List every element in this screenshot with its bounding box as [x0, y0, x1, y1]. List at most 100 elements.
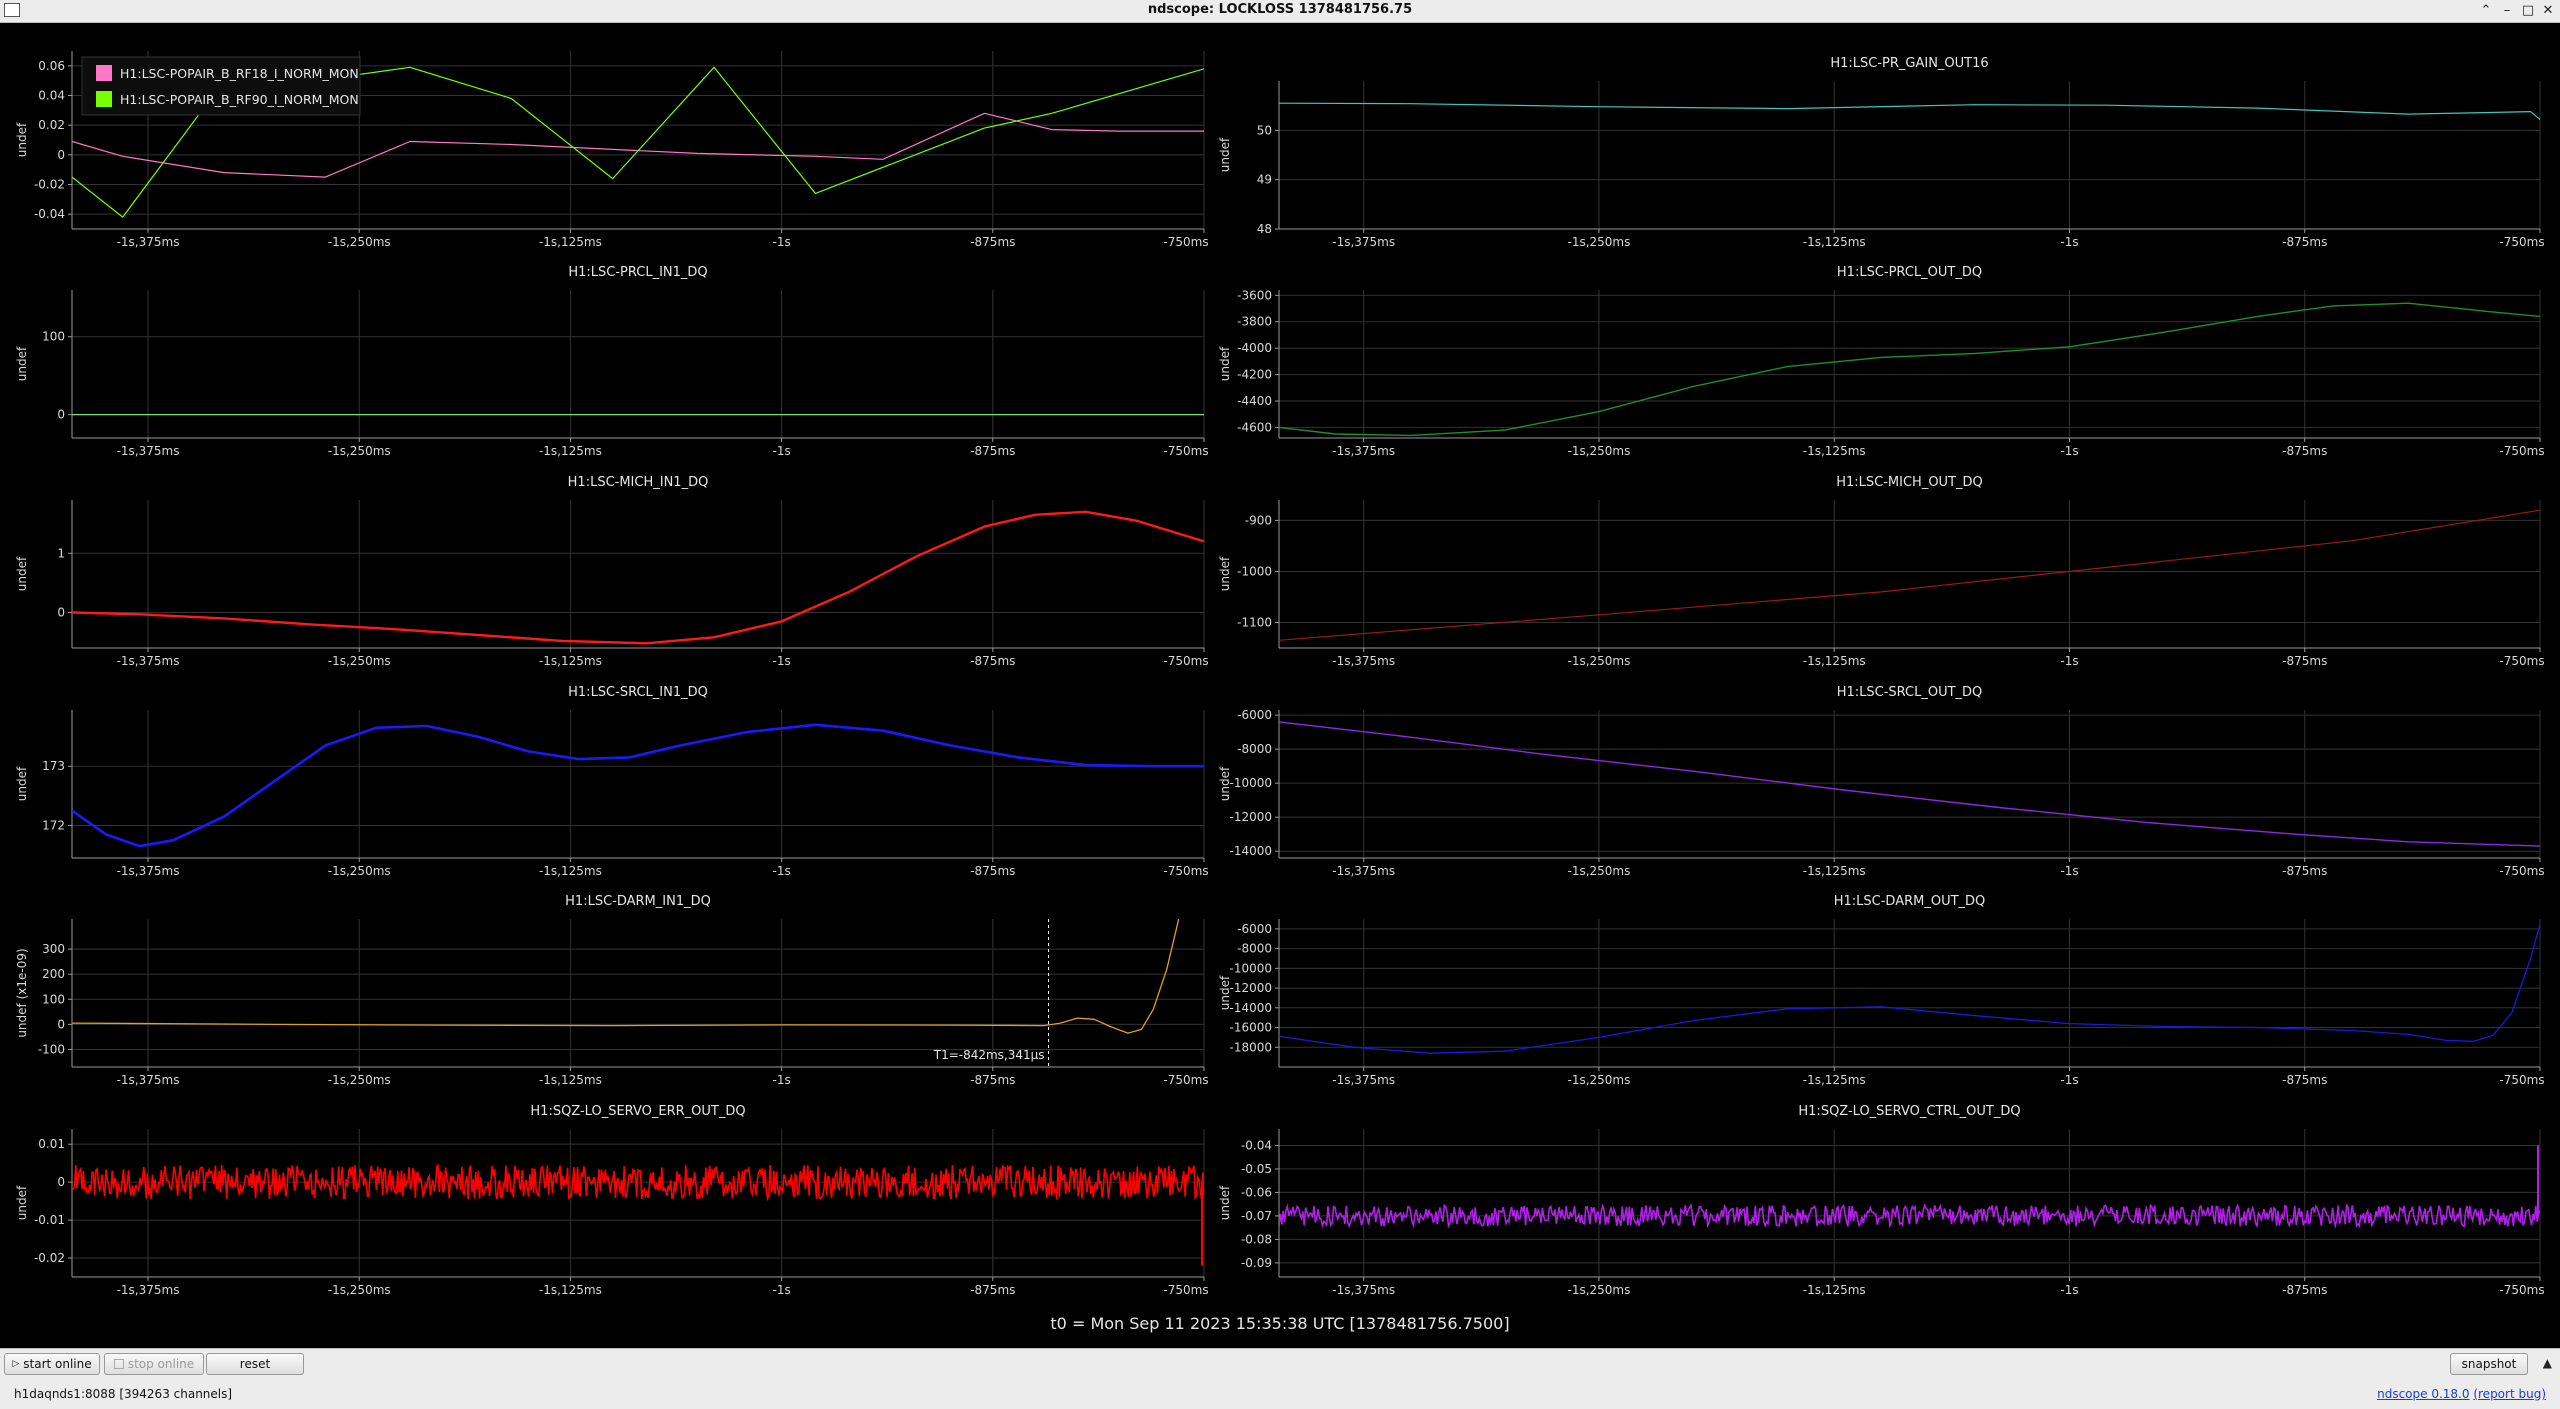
x-tick-label: -1s,250ms — [328, 444, 391, 458]
plot-title: H1:LSC-PRCL_OUT_DQ — [1837, 265, 1982, 280]
x-tick-label: -875ms — [2282, 864, 2327, 878]
y-tick-label: -4200 — [1237, 368, 1272, 382]
x-tick-label: -875ms — [2282, 444, 2327, 458]
play-icon: ▷ — [12, 1359, 20, 1369]
y-tick-label: -16000 — [1229, 1021, 1272, 1035]
y-axis-label: undef — [1218, 1185, 1232, 1220]
maximize-button[interactable]: □ — [2518, 1, 2538, 21]
y-tick-label: -4600 — [1237, 420, 1272, 434]
x-tick-label: -1s,250ms — [1568, 864, 1631, 878]
y-tick-label: -18000 — [1229, 1040, 1272, 1054]
x-tick-label: -875ms — [970, 864, 1015, 878]
x-tick-label: -875ms — [970, 1283, 1015, 1297]
x-tick-label: -1s — [773, 1283, 791, 1297]
x-tick-label: -1s,375ms — [117, 1073, 180, 1087]
y-tick-label: 100 — [42, 330, 65, 344]
server-status: h1daqnds1:8088 [394263 channels] — [14, 1387, 233, 1401]
y-axis-label: undef — [1218, 556, 1232, 591]
x-tick-label: -875ms — [2282, 1283, 2327, 1297]
start-online-label: start online — [23, 1357, 92, 1371]
y-axis-label: undef — [1218, 346, 1232, 381]
close-button[interactable]: ✕ — [2538, 1, 2558, 21]
y-tick-label: 0 — [57, 148, 65, 162]
y-tick-label: -6000 — [1237, 708, 1272, 722]
x-tick-label: -1s,375ms — [1332, 1283, 1395, 1297]
plot-title: H1:LSC-DARM_OUT_DQ — [1834, 894, 1986, 909]
plot-title: H1:LSC-MICH_IN1_DQ — [568, 475, 709, 490]
x-tick-label: -750ms — [1163, 1073, 1208, 1087]
plot-grid[interactable]: -1s,375ms -1s,250ms -1s,125ms -1s -875ms -750… — [0, 23, 2560, 1313]
x-tick-label: -875ms — [2282, 1073, 2327, 1087]
y-tick-label: -0.04 — [1241, 1138, 1272, 1152]
y-axis-label: undef (x1e-09) — [15, 948, 29, 1037]
y-tick-label: -4400 — [1237, 394, 1272, 408]
version-link[interactable]: ndscope 0.18.0 — [2377, 1387, 2469, 1401]
x-tick-label: -1s,375ms — [117, 444, 180, 458]
x-tick-label: -1s — [2060, 864, 2078, 878]
stop-online-button[interactable]: stop online — [104, 1353, 204, 1375]
y-tick-label: -12000 — [1229, 810, 1272, 824]
minimize-button[interactable]: ⌃ — [2476, 1, 2496, 21]
y-tick-label: 50 — [1257, 123, 1272, 137]
y-tick-label: 49 — [1257, 173, 1272, 187]
x-tick-label: -750ms — [2499, 1073, 2544, 1087]
start-online-button[interactable]: ▷ start online — [4, 1353, 100, 1375]
stop-icon — [113, 1359, 124, 1369]
x-tick-label: -750ms — [2499, 235, 2544, 249]
expand-arrow-icon[interactable]: ▲ — [2543, 1356, 2552, 1370]
plot-3: H1:LSC-PRCL_IN1_DQ -1s,375ms -1s,250ms -1s,… — [15, 265, 1209, 458]
plot-5: H1:LSC-MICH_IN1_DQ -1s,375ms -1s,250ms -1s,… — [15, 475, 1209, 668]
y-tick-label: 0.02 — [38, 118, 65, 132]
x-tick-label: -750ms — [2499, 864, 2544, 878]
x-tick-label: -875ms — [970, 235, 1015, 249]
report-bug-link[interactable]: (report bug) — [2473, 1387, 2546, 1401]
y-tick-label: 172 — [42, 818, 65, 832]
snapshot-button[interactable]: snapshot — [2450, 1353, 2528, 1375]
series-line — [72, 919, 1180, 1034]
stop-online-label: stop online — [127, 1357, 195, 1371]
y-axis-label: undef — [15, 346, 29, 381]
y-tick-label: 300 — [42, 942, 65, 956]
x-tick-label: -1s — [773, 654, 791, 668]
x-tick-label: -1s,375ms — [1332, 654, 1395, 668]
y-tick-label: -0.06 — [1241, 1185, 1272, 1199]
y-tick-label: -0.01 — [34, 1213, 65, 1227]
plot-title: H1:LSC-DARM_IN1_DQ — [565, 894, 711, 909]
x-tick-label: -875ms — [970, 444, 1015, 458]
plot-title: H1:SQZ-LO_SERVO_CTRL_OUT_DQ — [1798, 1104, 2020, 1119]
x-tick-label: -1s,375ms — [1332, 1073, 1395, 1087]
plot-12: H1:SQZ-LO_SERVO_CTRL_OUT_DQ -1s,375ms -1s,… — [1218, 1104, 2545, 1297]
plot-title: H1:LSC-SRCL_OUT_DQ — [1837, 685, 1983, 700]
y-tick-label: -10000 — [1229, 961, 1272, 975]
y-tick-label: -8000 — [1237, 942, 1272, 956]
y-tick-label: 0.04 — [38, 89, 65, 103]
legend-swatch — [96, 91, 112, 107]
x-tick-label: -1s,250ms — [1568, 444, 1631, 458]
y-tick-label: -6000 — [1237, 922, 1272, 936]
reset-button[interactable]: reset — [206, 1353, 304, 1375]
x-tick-label: -750ms — [2499, 1283, 2544, 1297]
y-tick-label: -0.02 — [34, 178, 65, 192]
x-tick-label: -1s,125ms — [539, 864, 602, 878]
x-tick-label: -1s — [2060, 444, 2078, 458]
plot-title: H1:SQZ-LO_SERVO_ERR_OUT_DQ — [530, 1104, 745, 1119]
x-tick-label: -1s — [2060, 1283, 2078, 1297]
y-tick-label: -0.05 — [1241, 1162, 1272, 1176]
x-tick-label: -1s,250ms — [328, 235, 391, 249]
x-tick-label: -1s,375ms — [1332, 235, 1395, 249]
series-line — [72, 112, 1204, 178]
x-tick-label: -1s,125ms — [1803, 1073, 1866, 1087]
restore-button[interactable]: – — [2497, 1, 2517, 21]
x-tick-label: -1s — [773, 235, 791, 249]
x-tick-label: -1s,250ms — [1568, 654, 1631, 668]
x-tick-label: -875ms — [2282, 235, 2327, 249]
plot-title: H1:LSC-PRCL_IN1_DQ — [568, 265, 707, 280]
y-tick-label: 0.01 — [38, 1137, 65, 1151]
legend-label: H1:LSC-POPAIR_B_RF18_I_NORM_MON — [120, 66, 359, 81]
plot-title: H1:LSC-MICH_OUT_DQ — [1836, 475, 1983, 490]
status-bar: h1daqnds1:8088 [394263 channels] ndscope… — [0, 1379, 2560, 1409]
x-tick-label: -750ms — [1163, 1283, 1208, 1297]
plot-4: H1:LSC-PRCL_OUT_DQ -1s,375ms -1s,250ms -1s,… — [1218, 265, 2545, 458]
y-tick-label: -10000 — [1229, 776, 1272, 790]
y-tick-label: 0 — [57, 605, 65, 619]
